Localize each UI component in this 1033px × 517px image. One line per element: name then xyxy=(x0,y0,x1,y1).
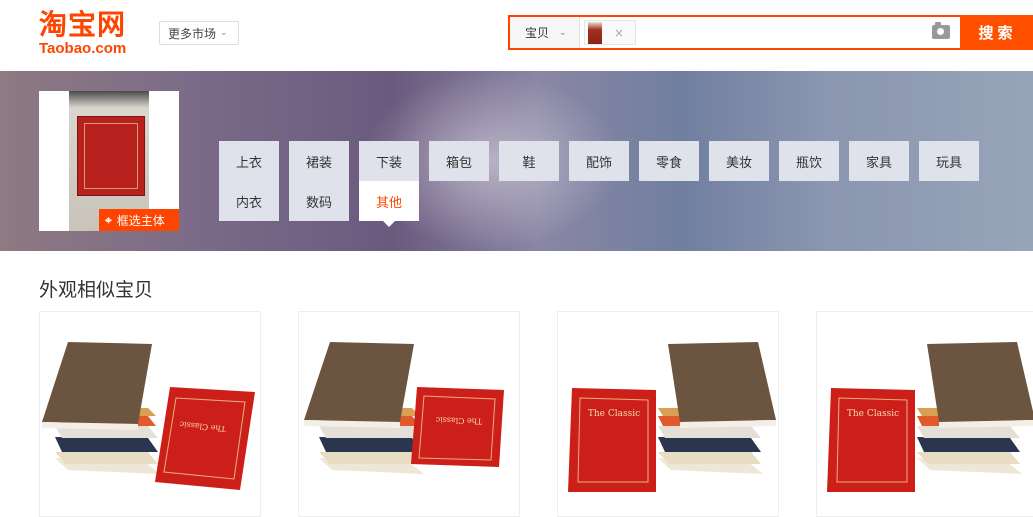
similar-items-title: 外观相似宝贝 xyxy=(39,279,154,301)
logo-chinese-text: 淘宝网 xyxy=(39,8,127,41)
category-snacks[interactable]: 零食 xyxy=(639,141,699,181)
book-title-text: The Classic xyxy=(847,409,899,419)
search-input[interactable] xyxy=(640,17,920,48)
image-search-chip: × xyxy=(584,20,636,45)
category-bags[interactable]: 箱包 xyxy=(429,141,489,181)
more-markets-label: 更多市场 xyxy=(168,26,217,41)
logo-english-text: Taobao.com xyxy=(39,40,127,57)
taobao-logo[interactable]: 淘宝网 Taobao.com xyxy=(39,9,147,59)
chevron-down-icon: ⌄ xyxy=(559,27,567,38)
category-furniture[interactable]: 家具 xyxy=(849,141,909,181)
product-image: The Classic xyxy=(42,342,255,490)
chevron-down-icon: ⌄ xyxy=(220,28,228,38)
close-icon[interactable]: × xyxy=(614,26,624,40)
category-tops[interactable]: 上衣 xyxy=(219,141,279,181)
category-dresses[interactable]: 裙装 xyxy=(289,141,349,181)
category-bottoms[interactable]: 下装 xyxy=(359,141,419,181)
product-card[interactable]: The Classic xyxy=(557,311,779,517)
search-bar: 宝贝 ⌄ × 搜索 xyxy=(508,15,1033,50)
category-accessories[interactable]: 配饰 xyxy=(569,141,629,181)
header: 淘宝网 Taobao.com 更多市场 ⌄ 宝贝 ⌄ × 搜索 xyxy=(0,0,1033,71)
more-markets-dropdown[interactable]: 更多市场 ⌄ xyxy=(159,21,239,45)
crop-subject-button[interactable]: ⌖ 框选主体 xyxy=(99,209,179,231)
category-shoes[interactable]: 鞋 xyxy=(499,141,559,181)
search-type-label: 宝贝 xyxy=(525,26,550,40)
image-search-banner: ⌖ 框选主体 上衣 裙装 下装 箱包 鞋 配饰 零食 美妆 瓶饮 家具 玩具 内… xyxy=(0,71,1033,251)
camera-icon[interactable] xyxy=(932,22,950,39)
category-digital[interactable]: 数码 xyxy=(289,181,349,221)
product-card[interactable]: The Classic xyxy=(816,311,1033,517)
query-photo: ⌖ 框选主体 xyxy=(39,91,179,231)
category-toys[interactable]: 玩具 xyxy=(919,141,979,181)
product-image: The Classic xyxy=(827,342,1033,492)
query-image-thumbnail[interactable] xyxy=(588,21,602,44)
category-bottled-drinks[interactable]: 瓶饮 xyxy=(779,141,839,181)
svg-text:The Classic: The Classic xyxy=(435,415,482,426)
category-other-active[interactable]: 其他 xyxy=(359,181,419,227)
photo-book xyxy=(77,116,145,196)
product-card[interactable]: The Classic xyxy=(298,311,520,517)
search-button[interactable]: 搜索 xyxy=(960,15,1033,50)
crop-icon: ⌖ xyxy=(105,212,112,227)
category-beauty[interactable]: 美妆 xyxy=(709,141,769,181)
category-underwear[interactable]: 内衣 xyxy=(219,181,279,221)
product-image: The Classic xyxy=(568,342,776,492)
search-type-select[interactable]: 宝贝 ⌄ xyxy=(510,17,580,48)
product-image: The Classic xyxy=(304,342,504,474)
product-card[interactable]: The Classic xyxy=(39,311,261,517)
book-title-text: The Classic xyxy=(588,409,640,419)
crop-subject-label: 框选主体 xyxy=(116,213,165,228)
